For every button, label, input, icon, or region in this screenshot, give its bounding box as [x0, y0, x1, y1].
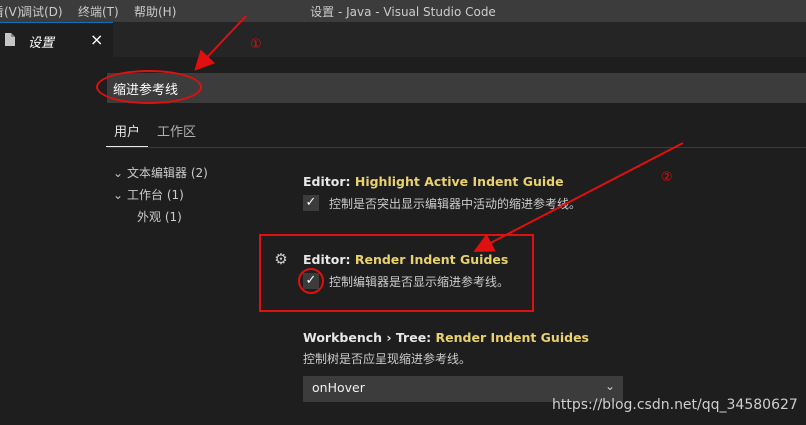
- annotation-arrows: [194, 15, 684, 252]
- annotation-arrow-2: [473, 142, 684, 252]
- watermark: https://blog.csdn.net/qq_34580627: [552, 397, 798, 413]
- annotation-arrow-1: [194, 15, 247, 71]
